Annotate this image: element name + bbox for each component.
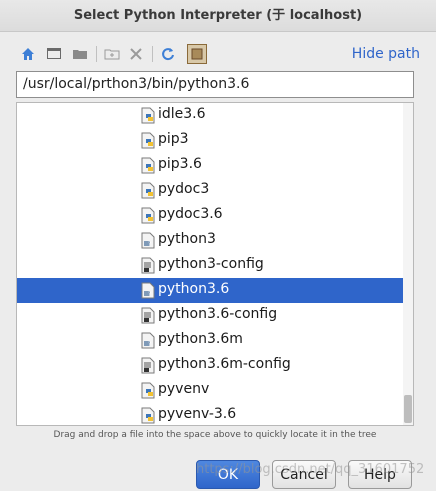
- python-file-icon: [141, 382, 155, 399]
- tree-row-label: python3.6m-config: [158, 356, 291, 372]
- desktop-icon[interactable]: [44, 44, 64, 64]
- help-button[interactable]: Help: [348, 460, 412, 489]
- file-icon: ?: [141, 232, 155, 249]
- toolbar-separator: [152, 46, 153, 62]
- python-file-icon: [141, 407, 155, 424]
- tree-row[interactable]: python3.6m-config: [17, 353, 405, 378]
- python-file-icon: [141, 157, 155, 174]
- svg-text:?: ?: [148, 341, 151, 348]
- window-title: Select Python Interpreter (于 localhost): [0, 0, 436, 32]
- project-folder-icon[interactable]: [70, 44, 90, 64]
- tree-row[interactable]: ? python3.6m: [17, 328, 405, 353]
- toolbar: Hide path: [16, 42, 420, 68]
- file-tree[interactable]: pyvenv-3.6 pyvenv python3.6m-config? python…: [16, 102, 414, 426]
- new-folder-icon[interactable]: [102, 44, 122, 64]
- home-icon[interactable]: [18, 44, 38, 64]
- python-file-icon: [141, 107, 155, 124]
- tree-row[interactable]: pyvenv: [17, 378, 405, 403]
- scrollbar-thumb[interactable]: [404, 395, 412, 423]
- tree-scrollbar[interactable]: [403, 103, 413, 425]
- select-interpreter-dialog: Select Python Interpreter (于 localhost) …: [0, 0, 436, 491]
- script-file-icon: [141, 307, 155, 324]
- tree-row-label: pip3: [158, 131, 189, 147]
- tree-row-label: python3.6m: [158, 331, 243, 347]
- tree-row[interactable]: python3-config: [17, 253, 405, 278]
- file-icon: ?: [141, 332, 155, 349]
- tree-row[interactable]: pip3: [17, 128, 405, 153]
- tree-row-label: pydoc3: [158, 181, 210, 197]
- script-file-icon: [141, 357, 155, 374]
- svg-text:?: ?: [148, 241, 151, 248]
- tree-row[interactable]: pydoc3.6: [17, 203, 405, 228]
- tree-row-label: python3.6-config: [158, 306, 278, 322]
- tree-row-label: pydoc3.6: [158, 206, 223, 222]
- tree-row-label: python3-config: [158, 256, 264, 272]
- script-file-icon: [141, 257, 155, 274]
- tree-row[interactable]: python3.6-config: [17, 303, 405, 328]
- tree-row-label: pip3.6: [158, 156, 202, 172]
- tree-row-label: pyvenv: [158, 381, 210, 397]
- svg-text:?: ?: [148, 291, 151, 298]
- tree-row[interactable]: pyvenv-3.6: [17, 403, 405, 425]
- python-file-icon: [141, 207, 155, 224]
- python-file-icon: [141, 182, 155, 199]
- tree-row[interactable]: idle3.6: [17, 103, 405, 128]
- tree-row[interactable]: ? python3.6: [17, 278, 405, 303]
- tree-row[interactable]: pydoc3: [17, 178, 405, 203]
- drag-drop-hint: Drag and drop a file into the space abov…: [53, 430, 377, 440]
- python-file-icon: [141, 132, 155, 149]
- show-hidden-icon[interactable]: [187, 44, 207, 64]
- cancel-button[interactable]: Cancel: [272, 460, 336, 489]
- delete-icon[interactable]: [126, 44, 146, 64]
- tree-row[interactable]: pip3.6: [17, 153, 405, 178]
- hide-path-link[interactable]: Hide path: [352, 46, 420, 62]
- tree-row-label: pyvenv-3.6: [158, 406, 237, 422]
- ok-button[interactable]: OK: [196, 460, 260, 489]
- tree-row-label: python3: [158, 231, 216, 247]
- tree-row-label: python3.6: [158, 281, 230, 297]
- tree-row[interactable]: ? python3: [17, 228, 405, 253]
- file-icon: ?: [141, 282, 155, 299]
- path-input[interactable]: /usr/local/prthon3/bin/python3.6: [16, 71, 414, 98]
- tree-row-label: idle3.6: [158, 106, 206, 122]
- toolbar-separator: [96, 46, 97, 62]
- refresh-icon[interactable]: [158, 44, 178, 64]
